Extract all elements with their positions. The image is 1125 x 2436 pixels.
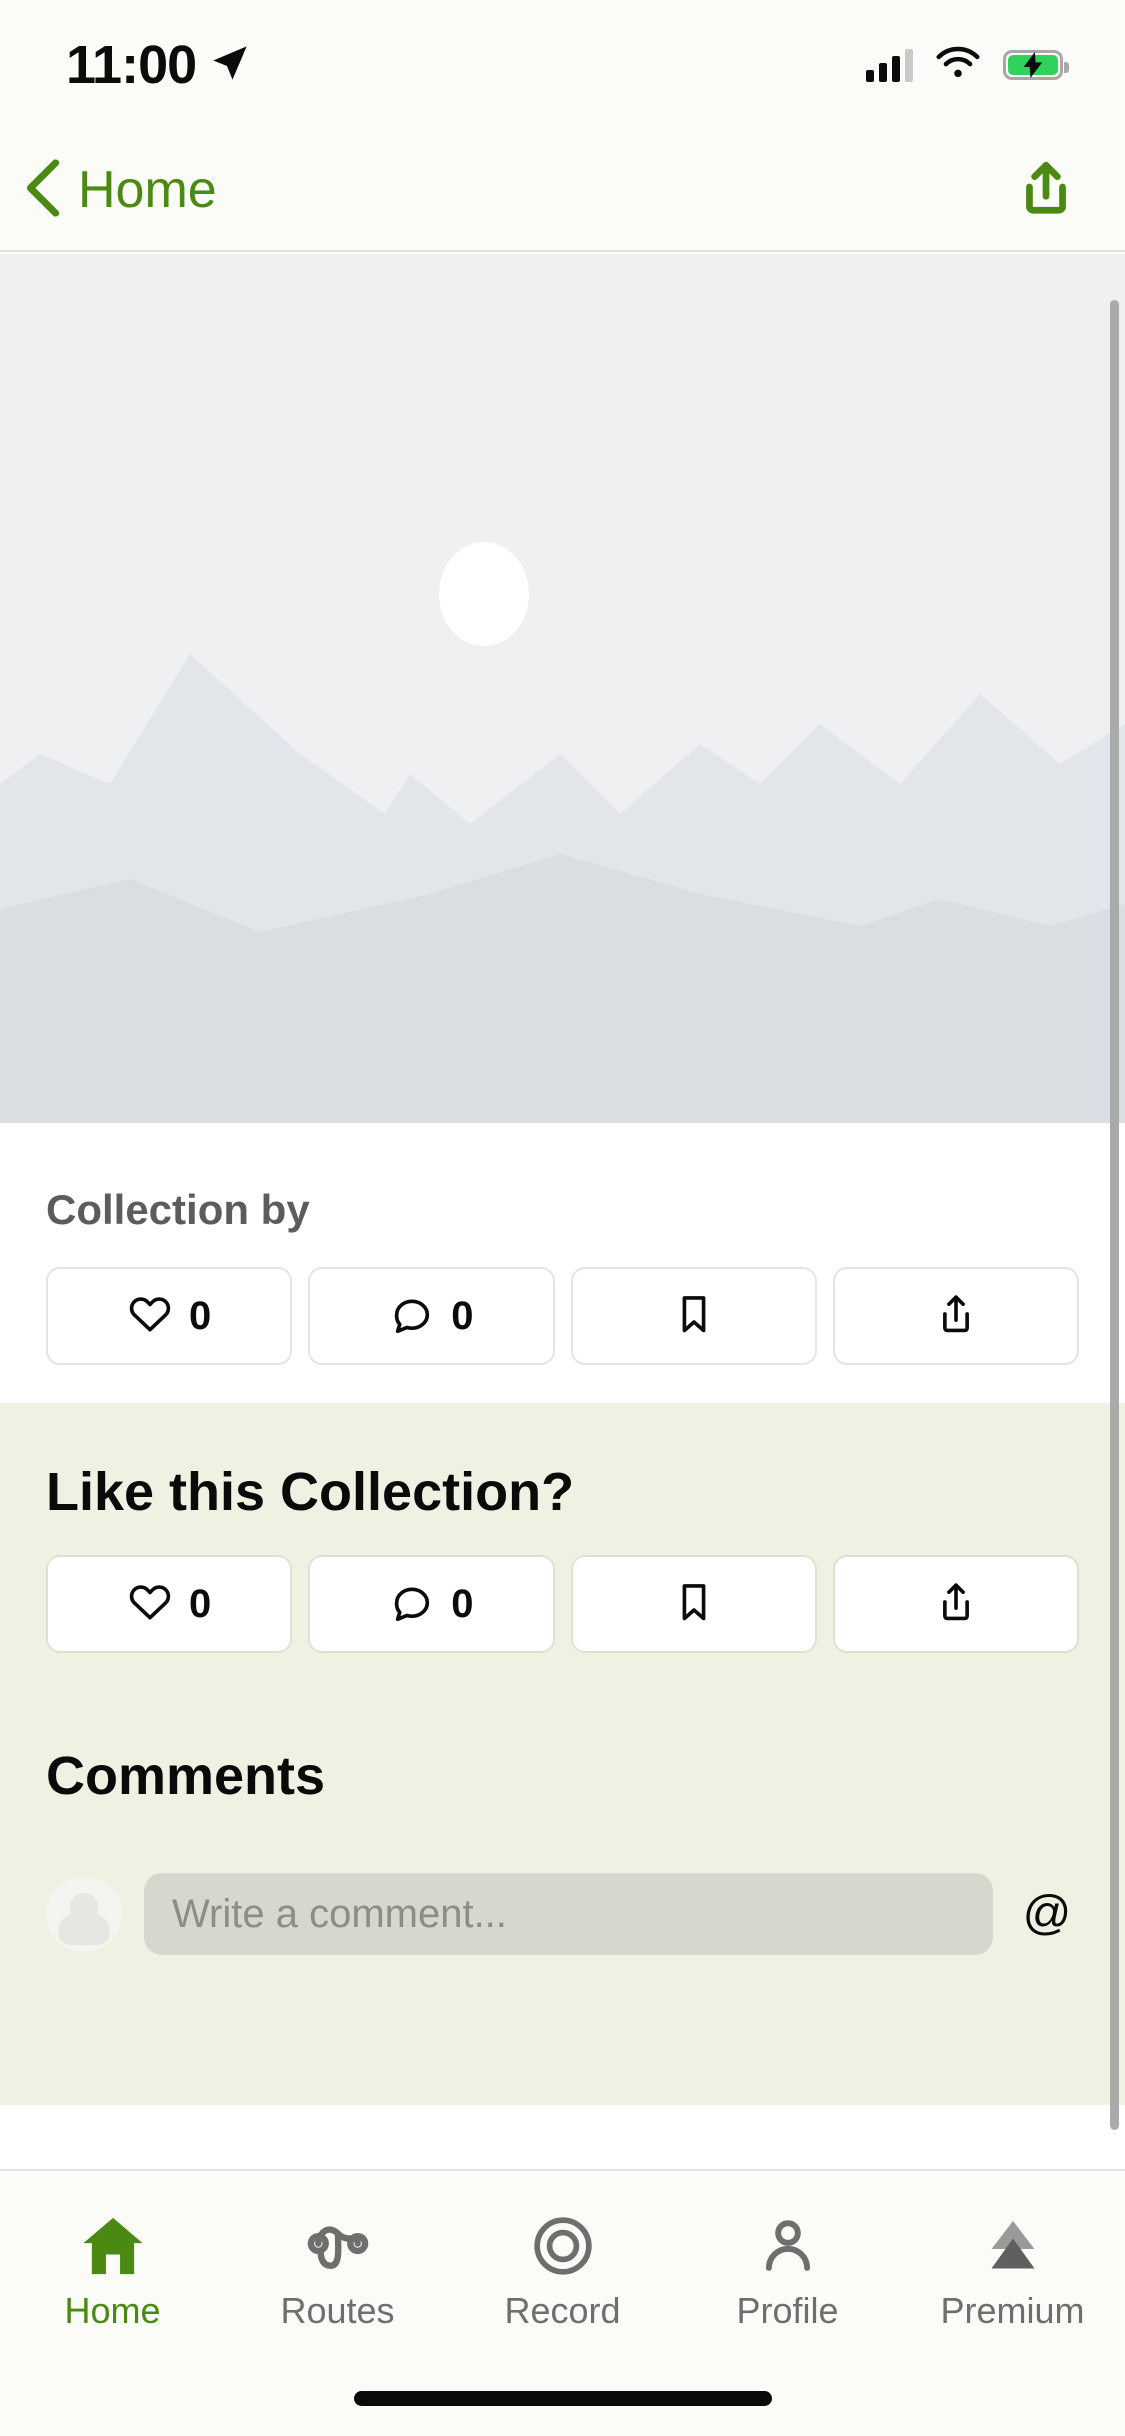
tab-home-label: Home xyxy=(64,2290,161,2331)
share-icon xyxy=(933,1291,979,1342)
nav-bar: Home xyxy=(0,130,1125,252)
status-bar-right xyxy=(866,46,1069,85)
nav-share-button[interactable] xyxy=(1015,157,1077,224)
status-bar: 11:00 xyxy=(0,0,1125,130)
share-icon xyxy=(933,1579,979,1630)
location-arrow-icon xyxy=(210,43,250,88)
comment-composer-row: Write a comment... @ xyxy=(46,1839,1079,1955)
like-section-title: Like this Collection? xyxy=(46,1462,575,1522)
status-time: 11:00 xyxy=(66,35,197,95)
share-up-icon xyxy=(1015,157,1077,224)
heart-icon xyxy=(127,1291,173,1342)
avatar xyxy=(46,1876,122,1952)
action-row-top: 0 0 xyxy=(46,1267,1079,1365)
heart-icon xyxy=(127,1579,173,1630)
battery-charging-icon xyxy=(1003,50,1069,80)
comments-title: Comments xyxy=(46,1746,326,1806)
comment-button-bottom[interactable]: 0 xyxy=(308,1555,555,1653)
action-row-bottom: 0 0 xyxy=(46,1555,1079,1653)
tab-profile-label: Profile xyxy=(736,2290,839,2331)
hero-image xyxy=(0,254,1125,1123)
tab-record[interactable]: Record xyxy=(450,2205,675,2329)
tab-profile[interactable]: Profile xyxy=(675,2205,900,2329)
home-indicator xyxy=(353,2391,772,2406)
tab-premium-label: Premium xyxy=(940,2290,1085,2331)
vertical-scrollbar[interactable] xyxy=(1110,300,1119,2130)
collection-info-block: Collection by 0 0 xyxy=(0,1123,1125,1365)
bookmark-button-bottom[interactable] xyxy=(570,1555,817,1653)
like-button-bottom[interactable]: 0 xyxy=(46,1555,293,1653)
record-target-icon xyxy=(531,2205,595,2277)
bookmark-icon xyxy=(671,1291,717,1342)
tab-home[interactable]: Home xyxy=(0,2205,225,2329)
like-collection-section: Like this Collection? 0 0 Comments Write… xyxy=(0,1403,1125,1955)
tab-routes-label: Routes xyxy=(280,2290,395,2331)
share-button-top[interactable] xyxy=(832,1267,1079,1365)
bookmark-button-top[interactable] xyxy=(570,1267,817,1365)
route-path-icon xyxy=(306,2205,370,2277)
comment-count-bottom: 0 xyxy=(451,1582,474,1626)
house-icon xyxy=(79,2205,147,2277)
comment-input[interactable]: Write a comment... xyxy=(144,1873,993,1955)
share-button-bottom[interactable] xyxy=(832,1555,1079,1653)
back-button-label: Home xyxy=(78,161,217,219)
like-count-bottom: 0 xyxy=(189,1582,212,1626)
status-bar-left: 11:00 xyxy=(66,38,250,92)
info-spacer xyxy=(0,1365,1125,1403)
person-icon xyxy=(757,2205,819,2277)
mention-button[interactable]: @ xyxy=(1015,1890,1079,1938)
comment-icon xyxy=(389,1579,435,1630)
phone-screen: 11:00 Home Collection by 0 0 Like this C… xyxy=(0,0,1125,2436)
cream-bottom-spacer xyxy=(0,1955,1125,2105)
comment-button-top[interactable]: 0 xyxy=(308,1267,555,1365)
landscape-placeholder-graphic xyxy=(0,254,1125,1123)
tab-record-label: Record xyxy=(504,2290,621,2331)
tab-premium[interactable]: Premium xyxy=(900,2205,1125,2329)
comment-count-top: 0 xyxy=(451,1294,474,1338)
comment-input-placeholder: Write a comment... xyxy=(172,1892,507,1936)
wifi-icon xyxy=(935,46,981,85)
bookmark-icon xyxy=(671,1579,717,1630)
cellular-bars-icon xyxy=(866,48,913,82)
tab-routes[interactable]: Routes xyxy=(225,2205,450,2329)
scroll-content[interactable]: Collection by 0 0 Like this Collection? … xyxy=(0,254,1125,2169)
mountain-peaks-icon xyxy=(983,2205,1043,2277)
comment-icon xyxy=(389,1291,435,1342)
collection-by-label: Collection by xyxy=(46,1186,310,1233)
like-button-top[interactable]: 0 xyxy=(46,1267,293,1365)
like-count-top: 0 xyxy=(189,1294,212,1338)
back-button[interactable]: Home xyxy=(20,157,217,224)
chevron-left-icon xyxy=(20,157,68,224)
